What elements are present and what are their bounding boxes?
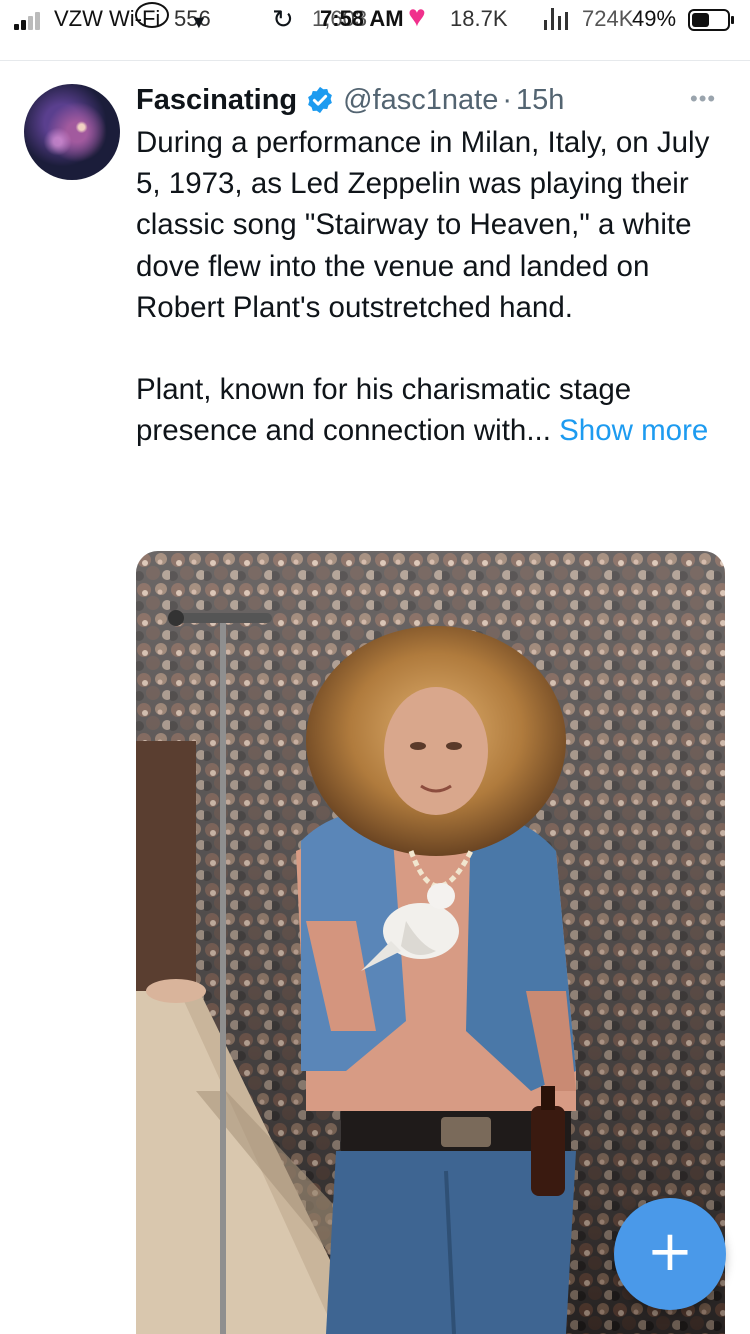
compose-tweet-button[interactable]: +: [614, 1198, 726, 1310]
author-handle[interactable]: @fasc1nate: [343, 84, 498, 117]
battery-level: [692, 13, 709, 27]
tweet-paragraph-1: During a performance in Milan, Italy, on…: [136, 126, 710, 324]
show-more-link[interactable]: Show more: [559, 414, 708, 447]
views-icon: [544, 8, 570, 30]
retweet-icon: ↻: [272, 4, 294, 34]
tweet-body: During a performance in Milan, Italy, on…: [136, 122, 736, 451]
author-name[interactable]: Fascinating: [136, 84, 297, 117]
clock: 7:58 AM: [320, 6, 404, 31]
battery-icon: [688, 9, 734, 31]
author-avatar[interactable]: [24, 84, 120, 180]
tweet-paragraph-2: Plant, known for his charismatic stage p…: [136, 369, 736, 451]
tweet-header: Fascinating @fasc1nate · 15h: [136, 80, 564, 120]
header-divider: [0, 60, 750, 61]
battery-percent: 49%: [632, 6, 677, 31]
wifi-icon: ▼: [190, 12, 208, 32]
notification-bubble-icon: [135, 2, 169, 28]
more-horizontal-icon[interactable]: •••: [690, 86, 716, 112]
like-count: 18.7K: [450, 6, 508, 31]
separator: ·: [502, 83, 513, 116]
cell-signal-icon: [14, 12, 46, 30]
heart-icon: ♥: [408, 0, 426, 33]
verified-badge-icon: [308, 86, 333, 114]
tweet-paragraph-2-text: Plant, known for his charismatic stage p…: [136, 373, 632, 448]
plus-icon: +: [646, 1219, 694, 1284]
status-bar: VZW Wi-Fi 556 ▼ ↻ 1,603 7:58 AM ♥ 18.7K …: [0, 0, 750, 40]
views-count: 724K: [582, 6, 634, 31]
tweet-timestamp[interactable]: 15h: [516, 84, 564, 117]
